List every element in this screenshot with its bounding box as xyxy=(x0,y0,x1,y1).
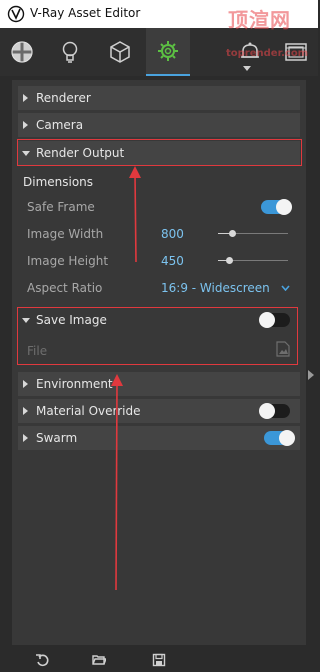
collapsed-arrow-icon xyxy=(23,407,28,415)
image-width-value[interactable]: 800 xyxy=(161,227,184,241)
collapsed-arrow-icon xyxy=(23,94,28,102)
aspect-ratio-label: Aspect Ratio xyxy=(27,281,103,295)
watermark: 顶渲网 toprender.com xyxy=(200,4,315,64)
bottom-bar xyxy=(0,648,318,672)
image-height-label: Image Height xyxy=(27,254,109,268)
geometry-icon xyxy=(110,41,130,63)
section-material-override[interactable]: Material Override xyxy=(18,399,300,423)
lights-tab[interactable] xyxy=(50,28,90,76)
collapsed-arrow-icon xyxy=(23,380,28,388)
image-height-slider[interactable] xyxy=(218,256,288,266)
window-title: V-Ray Asset Editor xyxy=(30,6,141,20)
slider-thumb[interactable] xyxy=(229,230,236,237)
lights-icon xyxy=(62,41,78,63)
materials-tab[interactable] xyxy=(2,28,42,76)
save-icon[interactable] xyxy=(152,653,166,667)
section-renderer[interactable]: Renderer xyxy=(18,86,300,110)
revert-icon[interactable] xyxy=(35,653,49,667)
aspect-ratio-dropdown[interactable]: 16:9 - Widescreen xyxy=(161,281,270,295)
section-environment-label: Environment xyxy=(36,377,113,391)
safe-frame-label: Safe Frame xyxy=(27,200,95,214)
settings-tab[interactable] xyxy=(146,28,190,76)
section-material-override-label: Material Override xyxy=(36,404,141,418)
file-label: File xyxy=(27,344,48,358)
collapsed-arrow-icon xyxy=(23,434,28,442)
toggle-knob xyxy=(276,199,292,215)
settings-icon xyxy=(158,41,178,61)
section-environment[interactable]: Environment xyxy=(18,372,300,396)
image-width-slider[interactable] xyxy=(218,229,288,239)
image-height-value[interactable]: 450 xyxy=(161,254,184,268)
toggle-knob xyxy=(279,430,295,446)
section-swarm[interactable]: Swarm xyxy=(18,426,300,450)
tool-dropdown-caret-icon[interactable] xyxy=(243,66,251,71)
vray-logo-icon xyxy=(7,5,25,23)
section-render-output-label: Render Output xyxy=(36,146,125,160)
safe-frame-toggle[interactable] xyxy=(261,199,292,215)
chevron-down-icon[interactable] xyxy=(281,285,290,291)
geometry-tab[interactable] xyxy=(100,28,140,76)
section-camera-label: Camera xyxy=(36,118,84,132)
section-save-image-label: Save Image xyxy=(36,313,107,327)
section-swarm-label: Swarm xyxy=(36,431,78,445)
expand-side-arrow-icon[interactable] xyxy=(308,370,314,380)
watermark-main: 顶渲网 xyxy=(228,8,291,32)
slider-thumb[interactable] xyxy=(226,257,233,264)
expanded-arrow-icon xyxy=(22,318,30,323)
section-camera[interactable]: Camera xyxy=(18,113,300,137)
dimensions-heading: Dimensions xyxy=(23,175,94,189)
asset-editor-window: V-Ray Asset Editor 顶渲网 toprender.com Ren… xyxy=(0,0,318,672)
swarm-toggle[interactable] xyxy=(264,430,295,446)
toggle-knob xyxy=(259,312,275,328)
section-renderer-label: Renderer xyxy=(36,91,91,105)
watermark-sub: toprender.com xyxy=(226,48,309,59)
section-render-output[interactable]: Render Output xyxy=(18,141,300,165)
section-save-image[interactable]: Save Image xyxy=(18,308,300,332)
collapsed-arrow-icon xyxy=(23,121,28,129)
image-file-icon[interactable] xyxy=(276,341,290,357)
expanded-arrow-icon xyxy=(22,151,30,156)
toggle-knob xyxy=(259,403,275,419)
image-width-label: Image Width xyxy=(27,227,104,241)
material-override-toggle[interactable] xyxy=(259,403,290,419)
open-folder-icon[interactable] xyxy=(92,653,106,667)
materials-icon xyxy=(11,41,33,63)
save-image-toggle[interactable] xyxy=(259,312,290,328)
